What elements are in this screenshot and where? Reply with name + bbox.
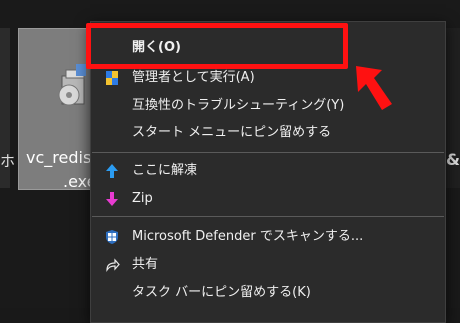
menu-item-pin-taskbar[interactable]: タスク バーにピン留めする(K) <box>91 281 445 305</box>
menu-item-extract-here[interactable]: ここに解凍 <box>91 159 445 183</box>
menu-item-label: Zip <box>132 191 153 206</box>
neighbor-file-name-right: & <box>446 150 460 169</box>
shield-icon <box>106 71 118 85</box>
neighbor-file-name-left: ホ <box>0 152 16 170</box>
defender-icon <box>106 230 118 244</box>
installer-icon <box>58 64 86 106</box>
menu-separator <box>92 152 444 153</box>
menu-item-label: 共有 <box>132 257 159 272</box>
menu-item-share[interactable]: 共有 <box>91 253 445 277</box>
menu-item-label: 管理者として実行(A) <box>132 70 255 85</box>
menu-item-zip[interactable]: Zip <box>91 187 445 211</box>
annotation-arrow-icon <box>356 66 392 110</box>
menu-item-label: Microsoft Defender でスキャンする... <box>132 229 364 244</box>
menu-item-pin-start[interactable]: スタート メニューにピン留めする <box>91 121 445 145</box>
menu-item-defender-scan[interactable]: Microsoft Defender でスキャンする... <box>91 225 445 249</box>
highlight-box <box>86 23 348 69</box>
menu-item-label: 互換性のトラブルシューティング(Y) <box>132 98 345 113</box>
menu-item-label: スタート メニューにピン留めする <box>132 125 332 140</box>
menu-item-label: タスク バーにピン留めする(K) <box>132 285 311 300</box>
share-icon <box>106 258 120 272</box>
file-name-line1: vc_redis <box>26 148 92 167</box>
menu-separator <box>92 216 444 217</box>
arrow-up-icon <box>106 164 118 178</box>
menu-item-label: ここに解凍 <box>132 163 198 178</box>
arrow-down-icon <box>106 192 118 206</box>
